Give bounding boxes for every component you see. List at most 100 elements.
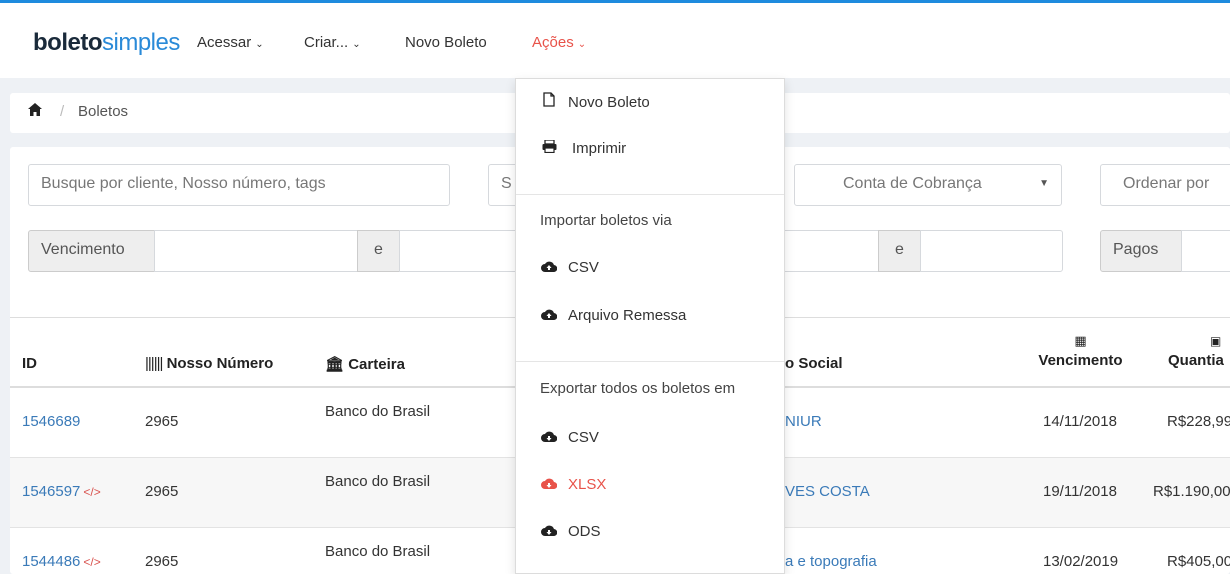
breadcrumb-separator: / [60, 103, 65, 120]
vencimento-addon: Vencimento [28, 230, 155, 272]
home-icon[interactable] [28, 103, 42, 120]
vencimento-and-addon: e [357, 230, 400, 272]
menu-item-novo-boleto-label: Novo Boleto [568, 94, 650, 111]
ordenar-por-value: Ordenar por [1123, 175, 1210, 192]
nav-criar[interactable]: Criar... ⌄ [304, 33, 361, 55]
chevron-down-icon: ⌄ [352, 39, 361, 50]
search-placeholder: Busque por cliente, Nosso número, tags [41, 175, 326, 192]
menu-header-importar: Importar boletos via [540, 212, 672, 229]
print-icon [540, 139, 558, 157]
th-nosso-numero[interactable]: |||||| Nosso Número [145, 355, 273, 372]
row-nosso-numero: 2965 [145, 553, 179, 570]
th-carteira-label: Carteira [348, 356, 405, 373]
bank-icon: 🏛 [325, 356, 345, 373]
row-carteira: Banco do Brasil [325, 473, 431, 490]
logo-light-text: simples [102, 29, 180, 56]
breadcrumb-current: Boletos [78, 103, 129, 120]
pagos-addon-label: Pagos [1113, 241, 1159, 258]
th-id[interactable]: ID [22, 355, 37, 372]
vencimento-and-label: e [374, 241, 383, 258]
select-caret-icon: ▼ [1039, 178, 1049, 189]
cloud-download-icon [540, 429, 558, 446]
pagos-addon: Pagos [1100, 230, 1182, 272]
logo-bold-text: boleto [33, 29, 103, 56]
search-input[interactable]: Busque por cliente, Nosso número, tags [28, 164, 450, 206]
status-select-value: S [501, 175, 512, 192]
chevron-down-icon: ⌄ [577, 39, 587, 50]
date-range-and-label: e [895, 241, 904, 258]
nav-novo-boleto-label: Novo Boleto [405, 34, 487, 51]
menu-item-import-remessa[interactable]: Arquivo Remessa [540, 307, 686, 324]
file-icon [540, 92, 558, 111]
nav-acessar-label: Acessar [197, 34, 252, 51]
row-id-text: 1546597 [22, 483, 81, 500]
calendar-icon: ▦ [1074, 333, 1087, 348]
row-id-link[interactable]: 1546597 </> [22, 483, 101, 500]
th-vencimento[interactable]: ▦ Vencimento [1032, 333, 1129, 369]
menu-item-export-xlsx-label: XLSX [568, 476, 607, 493]
row-razao-social-link[interactable]: a e topografia [785, 553, 877, 570]
menu-header-exportar: Exportar todos os boletos em [540, 380, 736, 397]
row-quantia: R$405,00 [1167, 553, 1230, 570]
th-carteira[interactable]: 🏛 Carteira [325, 355, 405, 373]
row-razao-social-link[interactable]: NIUR [785, 413, 822, 430]
menu-divider [516, 194, 784, 195]
menu-item-imprimir-label: Imprimir [572, 140, 627, 157]
vencimento-start-input[interactable] [154, 230, 358, 272]
date-range-end-input[interactable] [920, 230, 1063, 272]
th-razao-social[interactable]: o Social [785, 355, 843, 372]
row-carteira: Banco do Brasil [325, 543, 431, 560]
acoes-dropdown-menu: Novo Boleto Imprimir Importar boletos vi… [515, 78, 785, 574]
pagos-input[interactable] [1181, 230, 1230, 272]
row-id-link[interactable]: 1546689 [22, 413, 80, 430]
cloud-download-icon [540, 523, 558, 540]
menu-item-import-remessa-label: Arquivo Remessa [568, 307, 687, 324]
nav-novo-boleto[interactable]: Novo Boleto [405, 33, 487, 53]
nav-acoes[interactable]: Ações ⌄ [532, 33, 586, 55]
row-nosso-numero: 2965 [145, 483, 179, 500]
menu-item-export-csv-label: CSV [568, 429, 599, 446]
nav-criar-label: Criar... [304, 34, 349, 51]
barcode-icon: |||||| [145, 355, 163, 372]
menu-item-novo-boleto[interactable]: Novo Boleto [540, 92, 650, 111]
menu-item-export-xlsx[interactable]: XLSX [540, 476, 606, 493]
brand-logo[interactable]: boletosimples [33, 29, 180, 57]
menu-item-import-csv-label: CSV [568, 259, 599, 276]
vencimento-addon-label: Vencimento [41, 241, 125, 258]
code-icon[interactable]: </> [83, 555, 100, 569]
menu-divider [516, 361, 784, 362]
cloud-upload-icon [540, 259, 558, 276]
ordenar-por-select[interactable]: Ordenar por [1100, 164, 1230, 206]
row-razao-social-link[interactable]: VES COSTA [785, 483, 870, 500]
th-quantia[interactable]: ▣ Quantia [1168, 333, 1224, 369]
cloud-download-icon [540, 476, 558, 493]
conta-cobranca-select[interactable]: Conta de Cobrança ▼ [794, 164, 1062, 206]
row-carteira: Banco do Brasil [325, 403, 431, 420]
row-vencimento: 14/11/2018 [1043, 413, 1117, 430]
menu-item-import-csv[interactable]: CSV [540, 259, 599, 276]
chevron-down-icon: ⌄ [255, 39, 264, 50]
row-quantia: R$1.190,00 [1153, 483, 1230, 500]
date-range-and-addon: e [878, 230, 921, 272]
top-navbar: boletosimples Acessar ⌄ Criar... ⌄ Novo Bo… [0, 0, 1230, 78]
row-nosso-numero: 2965 [145, 413, 179, 430]
cloud-upload-icon [540, 307, 558, 324]
th-nosso-numero-label: Nosso Número [166, 355, 274, 372]
row-quantia: R$228,99 [1167, 413, 1230, 430]
nav-acessar[interactable]: Acessar ⌄ [197, 33, 264, 55]
row-vencimento: 19/11/2018 [1043, 483, 1117, 500]
menu-item-imprimir[interactable]: Imprimir [540, 139, 627, 157]
row-id-text: 1544486 [22, 553, 81, 570]
row-vencimento: 13/02/2019 [1043, 553, 1119, 570]
menu-item-export-ods[interactable]: ODS [540, 523, 601, 540]
menu-item-export-csv[interactable]: CSV [540, 429, 599, 446]
row-id-link[interactable]: 1544486 </> [22, 553, 101, 570]
nav-acoes-label: Ações [532, 34, 574, 51]
conta-cobranca-value: Conta de Cobrança [843, 175, 982, 192]
code-icon[interactable]: </> [83, 485, 100, 499]
menu-item-export-ods-label: ODS [568, 523, 601, 540]
date-range-start-input[interactable] [770, 230, 880, 272]
th-vencimento-label: Vencimento [1038, 352, 1123, 369]
th-quantia-label: Quantia [1168, 352, 1224, 369]
money-icon: ▣ [1210, 334, 1222, 348]
